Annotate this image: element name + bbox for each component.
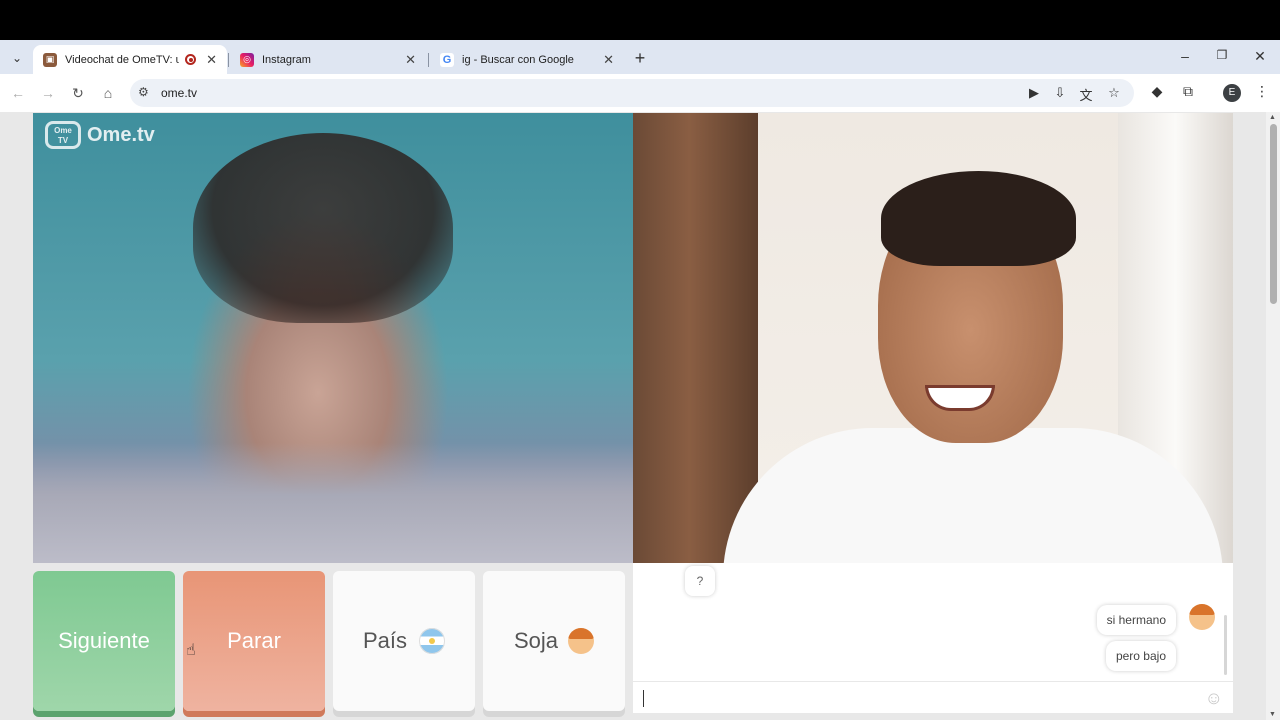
bookmark-star-icon[interactable]: ☆: [1105, 85, 1123, 101]
tab-separator: [428, 53, 429, 67]
logo-text: Ome.tv: [87, 123, 155, 146]
google-favicon-icon: G: [440, 52, 454, 67]
profile-avatar[interactable]: E: [1223, 84, 1241, 102]
chat-message: pero bajo: [1105, 641, 1176, 671]
emoji-smiley-icon[interactable]: ☺: [1205, 688, 1223, 709]
ometv-page: Ome TV Ome.tv Siguiente Parar País Soja …: [0, 112, 1280, 720]
stop-button[interactable]: Parar: [183, 571, 325, 711]
chat-message-input[interactable]: ☺: [633, 681, 1233, 713]
logo-tv-icon: Ome TV: [45, 121, 81, 149]
video-figure-shirt: [33, 443, 633, 563]
restore-icon[interactable]: ❐: [1212, 48, 1232, 62]
back-arrow-icon[interactable]: ←: [8, 83, 28, 103]
tab-ometv[interactable]: ▣ Videochat de OmeTV: una ✕: [33, 45, 227, 74]
tab-search-chevron-icon[interactable]: ⌄: [6, 47, 28, 69]
tab-title: Videochat de OmeTV: una: [65, 53, 180, 66]
top-black-bar: [0, 0, 1280, 40]
tab-title: ig - Buscar con Google: [462, 53, 574, 66]
menu-kebab-icon[interactable]: ⋮: [1252, 83, 1272, 100]
country-filter-button[interactable]: País: [333, 571, 475, 711]
tab-close-icon[interactable]: ✕: [405, 52, 416, 68]
tab-close-icon[interactable]: ✕: [206, 52, 217, 68]
extensions-puzzle-icon[interactable]: ⧉: [1178, 83, 1198, 100]
stop-button-label: Parar: [227, 628, 281, 653]
recording-indicator-icon: [185, 54, 197, 65]
camera-in-use-icon[interactable]: ▶: [1025, 85, 1043, 101]
tab-strip: ⌄ ▣ Videochat de OmeTV: una ✕ ◎ Instagra…: [0, 40, 1280, 74]
scroll-up-arrow-icon[interactable]: ▲: [1269, 114, 1276, 121]
reload-icon[interactable]: ↻: [68, 83, 88, 103]
sender-avatar-icon: [1189, 604, 1215, 630]
tab-instagram[interactable]: ◎ Instagram ✕: [230, 45, 426, 74]
url-text: ome.tv: [161, 86, 198, 100]
window-close-icon[interactable]: ✕: [1250, 48, 1270, 65]
text-caret: [643, 690, 644, 707]
browser-chrome: ⌄ ▣ Videochat de OmeTV: una ✕ ◎ Instagra…: [0, 40, 1280, 112]
video-figure-hair: [881, 171, 1076, 266]
argentina-flag-icon: [419, 628, 446, 654]
ometv-favicon-icon: ▣: [43, 52, 57, 67]
help-question-button[interactable]: ?: [685, 566, 715, 596]
new-tab-plus-icon[interactable]: +: [630, 48, 650, 69]
partner-video: Ome TV Ome.tv: [33, 113, 633, 563]
browser-toolbar: ← → ↻ ⌂ ⚙ ome.tv ▶ ⇩ 文 ☆ ◆ ⧉ E ⋮: [0, 74, 1280, 112]
site-info-icon[interactable]: ⚙: [138, 85, 149, 99]
tab-close-icon[interactable]: ✕: [603, 52, 614, 68]
gender-button-label: Soja: [513, 628, 559, 653]
video-door: [633, 113, 758, 563]
next-button-label: Siguiente: [58, 628, 150, 653]
tab-title: Instagram: [262, 53, 311, 66]
video-figure: [193, 133, 453, 323]
country-button-label: País: [362, 628, 408, 653]
forward-arrow-icon[interactable]: →: [38, 83, 58, 103]
video-figure-shirt: [723, 428, 1223, 563]
next-button[interactable]: Siguiente: [33, 571, 175, 711]
chat-scrollbar[interactable]: [1224, 615, 1227, 675]
chat-panel: ? si hermano pero bajo ☺: [633, 563, 1233, 713]
scrollbar-thumb[interactable]: [1270, 124, 1277, 304]
self-video: [633, 113, 1233, 563]
tab-separator: [228, 53, 229, 67]
address-bar[interactable]: ⚙ ome.tv ▶ ⇩ 文 ☆: [130, 79, 1134, 107]
instagram-favicon-icon: ◎: [240, 52, 254, 67]
extension-app-icon[interactable]: ◆: [1147, 83, 1167, 100]
ometv-logo: Ome TV Ome.tv: [45, 121, 155, 149]
gender-filter-button[interactable]: Soja: [483, 571, 625, 711]
mouse-pointer-icon: ☝: [186, 642, 196, 659]
chat-message: si hermano: [1096, 605, 1176, 635]
scroll-down-arrow-icon[interactable]: ▼: [1269, 711, 1276, 718]
page-scrollbar[interactable]: ▲ ▼: [1266, 112, 1280, 720]
home-icon[interactable]: ⌂: [98, 83, 118, 103]
install-app-icon[interactable]: ⇩: [1051, 85, 1069, 101]
tab-google[interactable]: G ig - Buscar con Google ✕: [430, 45, 624, 74]
minimize-icon[interactable]: –: [1175, 48, 1195, 64]
translate-icon[interactable]: 文: [1077, 85, 1095, 104]
boy-emoji-icon: [568, 628, 595, 654]
